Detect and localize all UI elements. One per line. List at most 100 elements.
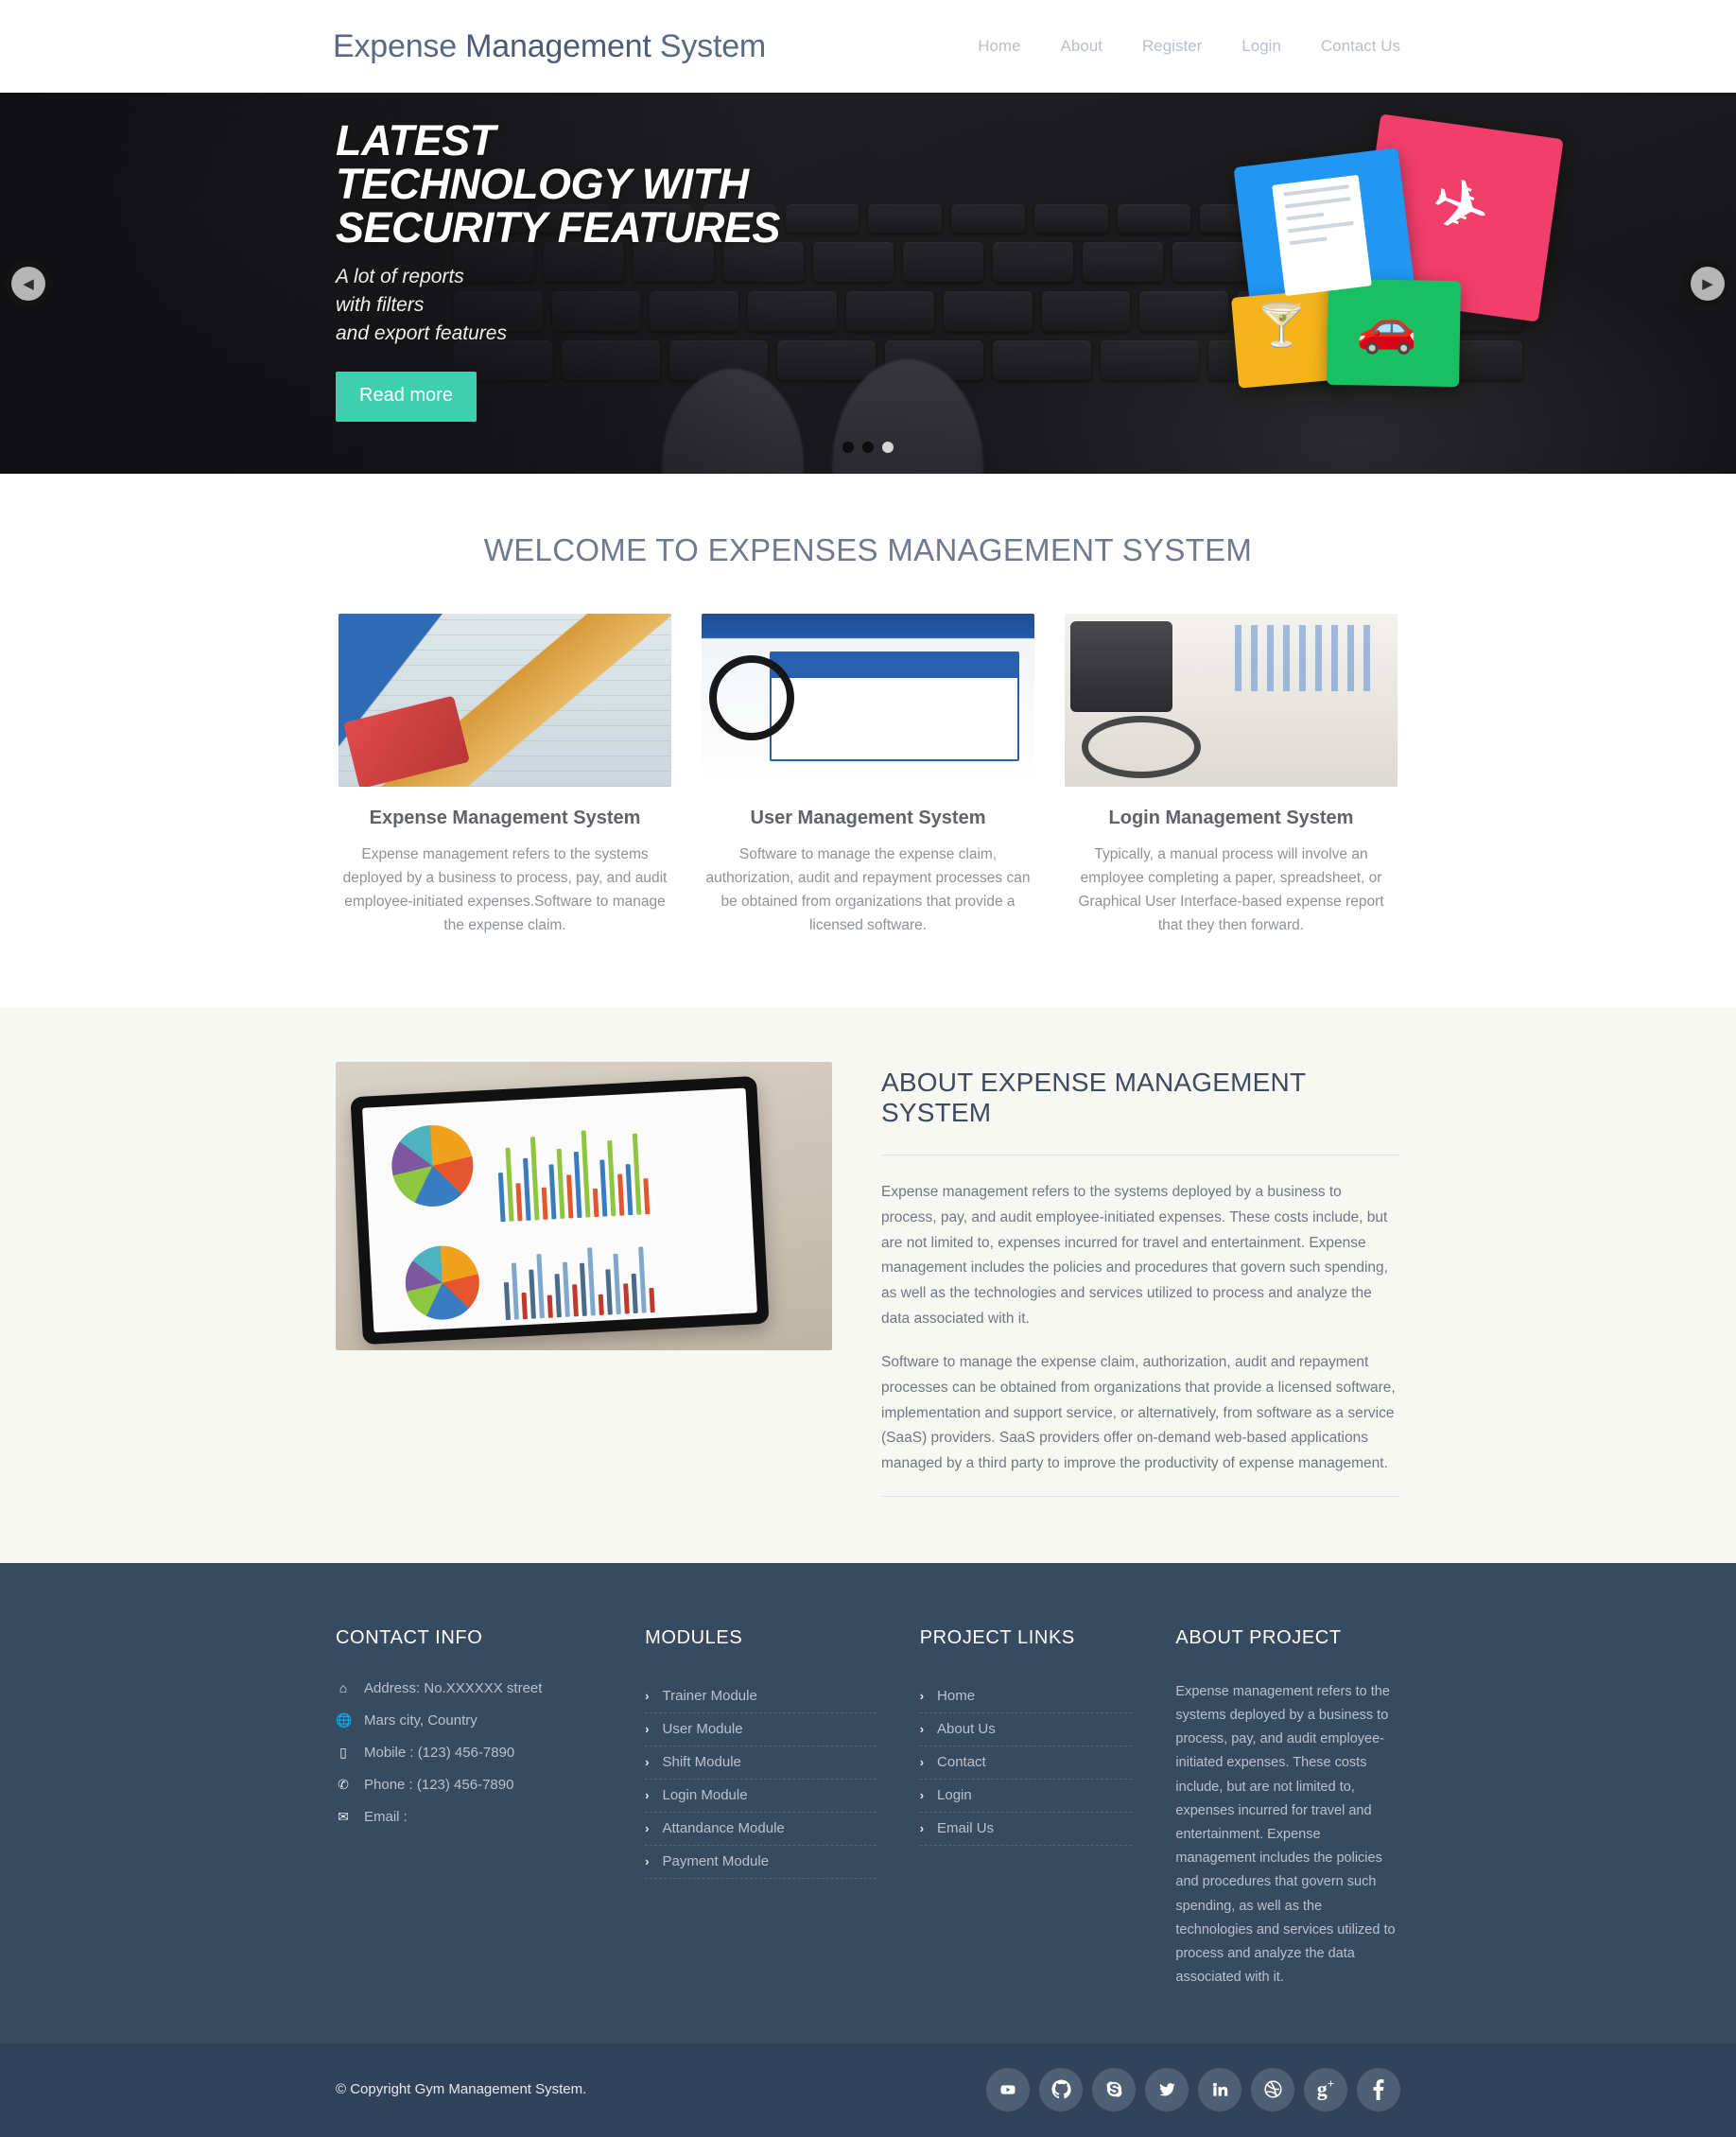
chevron-right-icon: › [919,1754,925,1769]
service-card-image [1065,614,1397,787]
service-card-text: Software to manage the expense claim, au… [705,846,1031,934]
mobile-icon: ▯ [339,1744,347,1760]
list-item: › Login [919,1780,1133,1813]
contact-email: Email : [364,1808,408,1825]
footer-heading-contact: CONTACT INFO [336,1626,483,1648]
project-link-label: About Us [937,1720,996,1737]
hero-subtitle-line-3: and export features [336,322,507,345]
tablet-graphic [350,1076,770,1346]
list-item: › Login Module [645,1780,877,1813]
dribbble-icon[interactable] [1251,2067,1294,2111]
footer-modules-column: MODULES › Trainer Module › User Module › Sh… [645,1627,920,1990]
linkedin-icon[interactable] [1198,2067,1241,2111]
footer-links-column: PROJECT LINKS › Home › About Us › Contact ›… [919,1626,1176,1990]
site-header: Expense Management System Home About Reg… [0,0,1736,93]
site-logo[interactable]: Expense Management System [333,28,766,65]
slider-dot-2[interactable] [862,442,874,453]
service-card-title: User Management System [750,808,986,828]
module-label: Shift Module [662,1753,741,1770]
slider-next-arrow[interactable]: ▶ [1691,266,1725,301]
chevron-right-icon: › [919,1787,925,1802]
footer-about-column: ABOUT PROJECT Expense management refers … [1175,1627,1400,1990]
contact-row: ⌂ Address: No.XXXXXX street [336,1680,601,1696]
chevron-right-icon: › [645,1787,650,1802]
logo-word-2: Management [465,27,651,64]
module-label: Login Module [662,1786,748,1803]
module-link-login[interactable]: › Login Module [645,1780,877,1812]
module-label: Trainer Module [662,1687,757,1704]
footer-contact-column: CONTACT INFO ⌂ Address: No.XXXXXX street… [336,1627,645,1990]
slider-dot-3[interactable] [882,442,894,453]
envelope-icon: ✉ [338,1808,349,1824]
contact-row: ▯ Mobile : (123) 456-7890 [336,1745,601,1761]
github-icon[interactable] [1039,2067,1083,2111]
nav-item-login[interactable]: Login [1222,37,1301,56]
googleplus-icon[interactable]: g+ [1304,2067,1347,2111]
list-item: › About Us [919,1713,1133,1746]
chevron-right-icon: › [919,1688,925,1703]
module-link-shift[interactable]: › Shift Module [645,1746,877,1779]
skype-icon[interactable] [1092,2067,1136,2111]
about-divider [881,1495,1400,1497]
footer-about-text: Expense management refers to the systems… [1175,1683,1396,1986]
contact-row: ✉ Email : [336,1809,601,1825]
service-card-image [339,614,671,787]
nav-item-register[interactable]: Register [1122,37,1222,56]
project-link-contact[interactable]: › Contact [920,1746,1133,1779]
modules-list: › Trainer Module › User Module › Shift Modu… [645,1680,877,1879]
about-title: ABOUT EXPENSE MANAGEMENT SYSTEM [881,1068,1400,1156]
twitter-icon[interactable] [1145,2067,1189,2111]
module-link-trainer[interactable]: › Trainer Module [645,1680,877,1712]
service-card[interactable]: Expense Management System Expense manage… [339,614,671,937]
chevron-right-icon: ▶ [1702,275,1713,292]
hero-title: LATEST TECHNOLOGY WITH SECURITY FEATURES [336,119,827,250]
service-card-image [702,614,1034,787]
service-card[interactable]: User Management System Software to manag… [702,614,1034,937]
social-links: g+ [986,2067,1400,2111]
footer-heading-project-links: PROJECT LINKS [919,1626,1075,1648]
read-more-button[interactable]: Read more [336,372,477,423]
slider-dot-1[interactable] [842,442,854,453]
list-item: › Trainer Module [645,1680,877,1713]
contact-row: ✆ Phone : (123) 456-7890 [336,1777,601,1793]
nav-item-home[interactable]: Home [958,37,1040,56]
project-link-about-us[interactable]: › About Us [920,1713,1133,1746]
pie-chart-graphic [403,1244,481,1323]
chevron-left-icon: ◀ [23,275,34,292]
nav-item-contact-us[interactable]: Contact Us [1301,37,1400,56]
youtube-icon[interactable] [986,2067,1030,2111]
tablet-screen [362,1087,757,1333]
facebook-icon[interactable] [1357,2067,1400,2111]
about-paragraph-1: Expense management refers to the systems… [881,1184,1388,1327]
service-card[interactable]: Login Management System Typically, a man… [1065,614,1397,937]
hero-subtitle-line-2: with filters [336,293,425,316]
module-link-attandance[interactable]: › Attandance Module [645,1813,877,1845]
footer-heading-modules: MODULES [645,1626,743,1648]
copyright-text: © Copyright Gym Management System. [336,2081,587,2097]
contact-mobile: Mobile : (123) 456-7890 [364,1744,515,1761]
footer-bottom-bar: © Copyright Gym Management System. g+ [0,2042,1736,2137]
logo-word-1: Expense [333,27,457,64]
project-link-email-us[interactable]: › Email Us [920,1813,1133,1845]
hero-slider: ✈ 🍸 🚗 LATEST TECHNOLOGY WITH SECURITY FE… [0,93,1736,474]
chevron-right-icon: › [919,1820,925,1835]
chevron-right-icon: › [645,1721,650,1736]
module-label: Payment Module [662,1852,770,1869]
module-link-user[interactable]: › User Module [645,1713,877,1746]
hero-content: LATEST TECHNOLOGY WITH SECURITY FEATURES… [0,93,1736,474]
main-navigation: Home About Register Login Contact Us [958,37,1400,56]
chevron-right-icon: › [645,1754,650,1769]
service-card-text: Typically, a manual process will involve… [1078,846,1384,934]
module-link-payment[interactable]: › Payment Module [645,1846,877,1878]
section-title-welcome: WELCOME TO EXPENSES MANAGEMENT SYSTEM [483,532,1253,567]
slider-prev-arrow[interactable]: ◀ [11,266,45,301]
project-link-home[interactable]: › Home [920,1680,1133,1712]
hero-title-line-3: SECURITY FEATURES [336,202,780,252]
chevron-right-icon: › [919,1721,925,1736]
service-card-title: Login Management System [1108,808,1354,828]
contact-phone: Phone : (123) 456-7890 [364,1776,514,1793]
project-link-login[interactable]: › Login [920,1780,1133,1812]
about-section: ABOUT EXPENSE MANAGEMENT SYSTEM Expense … [0,1007,1736,1563]
project-link-label: Email Us [937,1819,995,1836]
nav-item-about[interactable]: About [1041,37,1122,56]
